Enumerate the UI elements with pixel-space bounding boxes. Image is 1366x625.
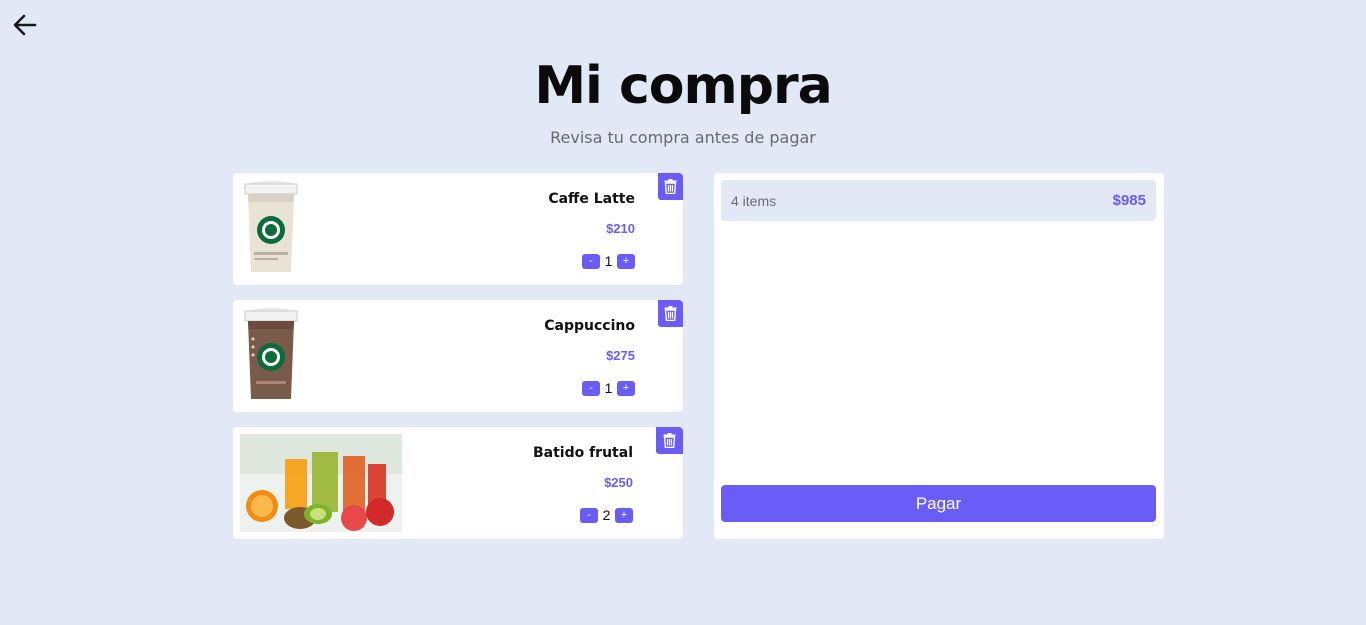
delete-item-button[interactable] (656, 427, 683, 454)
pay-button[interactable]: Pagar (721, 485, 1156, 522)
cart-item: Batido frutal $250 - 2 + (233, 427, 683, 539)
fruit-smoothie-image (240, 434, 402, 532)
quantity-stepper: - 1 + (582, 253, 635, 269)
increase-quantity-button[interactable]: + (617, 253, 635, 269)
page-title: Mi compra (534, 56, 832, 116)
page-subtitle: Revisa tu compra antes de pagar (550, 128, 816, 147)
order-summary-panel: 4 items $985 Pagar (714, 173, 1164, 539)
back-button[interactable] (12, 13, 38, 37)
delete-item-button[interactable] (658, 300, 683, 327)
delete-item-button[interactable] (658, 173, 683, 200)
item-price: $275 (606, 348, 635, 363)
cappuccino-image (244, 308, 298, 399)
increase-quantity-button[interactable]: + (617, 380, 635, 396)
quantity-value: 1 (604, 380, 613, 396)
decrease-quantity-button[interactable]: - (582, 380, 600, 396)
quantity-stepper: - 2 + (580, 507, 633, 523)
trash-icon (664, 179, 677, 194)
items-count: 4 items (731, 193, 777, 209)
trash-icon (663, 433, 676, 448)
item-name: Caffe Latte (548, 191, 635, 207)
increase-quantity-button[interactable]: + (615, 507, 633, 523)
quantity-value: 2 (602, 507, 611, 523)
order-total: $985 (1112, 192, 1146, 209)
item-name: Batido frutal (532, 445, 633, 461)
summary-totals-bar: 4 items $985 (721, 180, 1156, 221)
quantity-value: 1 (604, 253, 613, 269)
decrease-quantity-button[interactable]: - (580, 507, 598, 523)
quantity-stepper: - 1 + (582, 380, 635, 396)
item-name: Cappuccino (544, 318, 635, 334)
decrease-quantity-button[interactable]: - (582, 253, 600, 269)
item-price: $250 (604, 475, 633, 490)
item-price: $210 (606, 221, 635, 236)
cart-item: Cappuccino $275 - 1 + (233, 300, 683, 412)
cart-item: Caffe Latte $210 - 1 + (233, 173, 683, 285)
arrow-left-icon (13, 14, 37, 36)
caffe-latte-image (244, 181, 298, 272)
trash-icon (664, 306, 677, 321)
